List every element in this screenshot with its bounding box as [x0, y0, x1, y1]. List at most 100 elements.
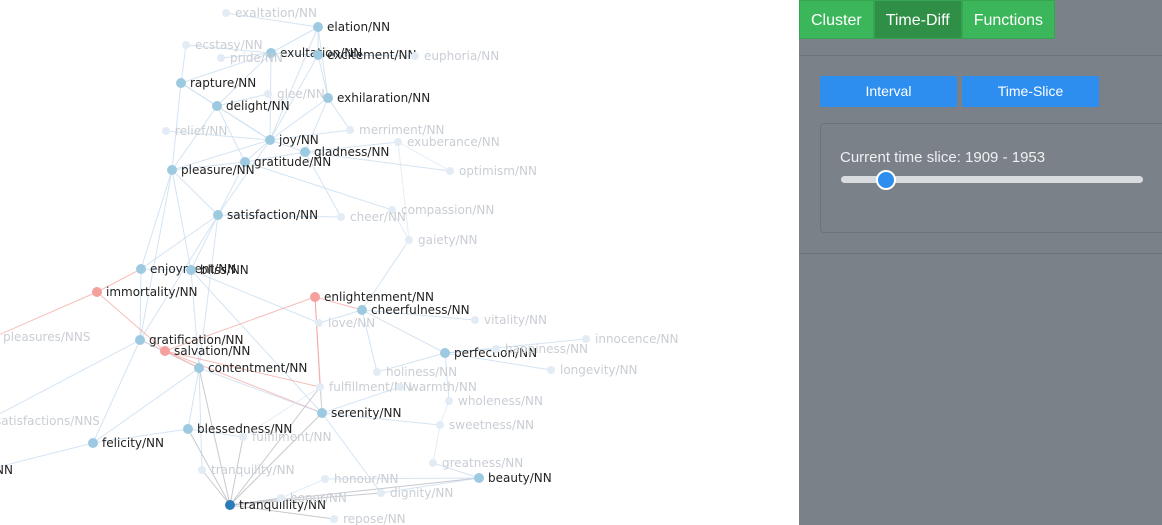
graph-node-f-optimism[interactable]: optimism/NN [446, 164, 537, 178]
node-dot[interactable] [239, 433, 247, 441]
tab-bar: Cluster Time-Diff Functions [799, 0, 1056, 39]
node-dot[interactable] [277, 494, 285, 502]
graph-node-elation[interactable]: elation/NN [313, 20, 390, 34]
node-dot[interactable] [396, 383, 404, 391]
graph-node-f-repose[interactable]: repose/NN [330, 512, 406, 525]
node-dot[interactable] [436, 421, 444, 429]
node-dot[interactable] [547, 366, 555, 374]
node-dot[interactable] [474, 473, 484, 483]
node-dot[interactable] [317, 408, 327, 418]
node-dot[interactable] [313, 22, 323, 32]
node-dot[interactable] [321, 475, 329, 483]
graph-node-f-pleasures[interactable]: pleasures/NNS [0, 330, 90, 344]
node-dot[interactable] [176, 78, 186, 88]
node-dot[interactable] [167, 165, 177, 175]
node-dot[interactable] [445, 397, 453, 405]
node-dot[interactable] [313, 50, 323, 60]
graph-node-nn-cut[interactable]: NN [0, 463, 13, 477]
node-label: bliss/NN [200, 263, 249, 277]
node-dot[interactable] [429, 459, 437, 467]
graph-node-f-ecstasy[interactable]: ecstasy/NN [182, 38, 263, 52]
node-label: beauty/NN [488, 471, 552, 485]
node-dot[interactable] [377, 489, 385, 497]
graph-node-f-vitality[interactable]: vitality/NN [471, 313, 547, 327]
graph-node-f-fulfilment[interactable]: fulfilment/NN [239, 430, 331, 444]
graph-node-f-pride[interactable]: pride/NN [217, 51, 283, 65]
node-dot[interactable] [440, 348, 450, 358]
node-dot[interactable] [160, 346, 170, 356]
graph-node-pleasure[interactable]: pleasure/NN [167, 163, 255, 177]
node-dot[interactable] [92, 287, 102, 297]
node-label: vitality/NN [484, 313, 547, 327]
node-label: glee/NN [277, 87, 325, 101]
graph-node-f-gaiety[interactable]: gaiety/NN [405, 233, 478, 247]
node-dot[interactable] [492, 345, 500, 353]
node-dot[interactable] [310, 292, 320, 302]
network-graph-area[interactable]: elation/NNexultation/NNexcitement/NNrapt… [0, 0, 799, 525]
node-dot[interactable] [194, 363, 204, 373]
graph-node-f-greatness[interactable]: greatness/NN [429, 456, 523, 470]
graph-node-beauty[interactable]: beauty/NN [474, 471, 552, 485]
node-dot[interactable] [213, 210, 223, 220]
node-dot[interactable] [346, 126, 354, 134]
graph-node-f-euphoria[interactable]: euphoria/NN [411, 49, 499, 63]
graph-node-serenity[interactable]: serenity/NN [317, 406, 401, 420]
graph-node-f-love[interactable]: love/NN [315, 316, 375, 330]
node-dot[interactable] [411, 52, 419, 60]
graph-node-contentment[interactable]: contentment/NN [194, 361, 307, 375]
node-dot[interactable] [183, 424, 193, 434]
tab-cluster[interactable]: Cluster [799, 0, 874, 39]
tab-functions[interactable]: Functions [961, 0, 1056, 39]
node-dot[interactable] [135, 335, 145, 345]
node-dot[interactable] [265, 135, 275, 145]
node-label: longevity/NN [560, 363, 638, 377]
node-dot[interactable] [222, 9, 230, 17]
time-slice-button[interactable]: Time-Slice [962, 76, 1099, 107]
graph-node-enlightenment[interactable]: enlightenment/NN [310, 290, 434, 304]
graph-node-cheerfulness[interactable]: cheerfulness/NN [357, 303, 470, 317]
graph-node-satisfaction[interactable]: satisfaction/NN [213, 208, 318, 222]
node-dot[interactable] [394, 138, 402, 146]
node-dot[interactable] [136, 264, 146, 274]
graph-node-f-innocence[interactable]: innocence/NN [582, 332, 678, 346]
node-dot[interactable] [357, 305, 367, 315]
graph-node-f-tranquility[interactable]: tranquility/NN [198, 463, 295, 477]
graph-node-f-cheer[interactable]: cheer/NN [337, 210, 406, 224]
node-dot[interactable] [446, 167, 454, 175]
graph-node-f-warmth[interactable]: warmth/NN [396, 380, 477, 394]
tab-time-diff[interactable]: Time-Diff [873, 0, 962, 39]
time-slider-thumb[interactable] [876, 170, 897, 190]
graph-node-f-happiness[interactable]: happiness/NN [492, 342, 588, 356]
node-dot[interactable] [182, 41, 190, 49]
node-dot[interactable] [373, 368, 381, 376]
graph-node-f-wholeness[interactable]: wholeness/NN [445, 394, 543, 408]
interval-button[interactable]: Interval [820, 76, 957, 107]
graph-node-immortality[interactable]: immortality/NN [92, 285, 198, 299]
node-dot[interactable] [225, 500, 235, 510]
node-dot[interactable] [212, 101, 222, 111]
node-dot[interactable] [88, 438, 98, 448]
graph-node-f-exuberance[interactable]: exuberance/NN [394, 135, 500, 149]
graph-node-exhilaration[interactable]: exhilaration/NN [323, 91, 430, 105]
node-dot[interactable] [264, 90, 272, 98]
graph-node-excitement[interactable]: excitement/NN [313, 48, 416, 62]
node-dot[interactable] [405, 236, 413, 244]
graph-node-salvation[interactable]: salvation/NN [160, 344, 250, 358]
node-dot[interactable] [198, 466, 206, 474]
graph-node-f-satisfactions[interactable]: satisfactions/NNS [0, 414, 100, 428]
node-dot[interactable] [162, 127, 170, 135]
node-dot[interactable] [330, 515, 338, 523]
node-dot[interactable] [316, 383, 324, 391]
graph-node-f-exaltation[interactable]: exaltation/NN [222, 6, 317, 20]
node-dot[interactable] [315, 319, 323, 327]
node-dot[interactable] [186, 265, 196, 275]
graph-node-f-longevity[interactable]: longevity/NN [547, 363, 638, 377]
node-dot[interactable] [217, 54, 225, 62]
graph-node-f-holiness[interactable]: holiness/NN [373, 365, 457, 379]
node-dot[interactable] [337, 213, 345, 221]
node-dot[interactable] [471, 316, 479, 324]
node-label: happiness/NN [505, 342, 588, 356]
network-graph[interactable]: elation/NNexultation/NNexcitement/NNrapt… [0, 0, 799, 525]
graph-node-f-sweetness[interactable]: sweetness/NN [436, 418, 534, 432]
node-label: satisfactions/NNS [0, 414, 100, 428]
